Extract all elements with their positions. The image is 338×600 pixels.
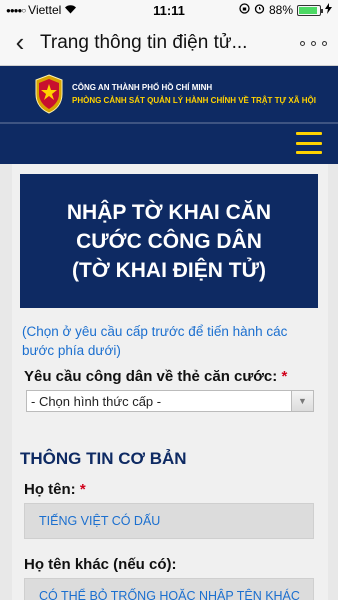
battery-fill xyxy=(299,6,317,14)
battery-icon xyxy=(297,4,323,16)
form-title-line-2: CƯỚC CÔNG DÂN xyxy=(76,229,262,253)
status-left: ●●●●○ Viettel xyxy=(6,3,116,17)
battery-percentage: 88% xyxy=(268,3,293,17)
full-name-label: Họ tên: * xyxy=(24,481,86,498)
request-type-label-text: Yêu cầu công dân về thẻ căn cước: xyxy=(24,368,278,385)
other-name-label: Họ tên khác (nếu có): xyxy=(24,556,177,573)
full-name-label-text: Họ tên: xyxy=(24,481,76,498)
police-emblem-logo xyxy=(35,74,63,114)
status-time: 11:11 xyxy=(153,2,185,18)
other-name-placeholder: CÓ THỂ BỎ TRỐNG HOẶC NHẬP TÊN KHÁC xyxy=(39,589,300,600)
required-mark: * xyxy=(79,481,86,498)
instruction-hint: (Chọn ở yêu cầu cấp trước để tiến hành c… xyxy=(22,324,288,358)
status-right: 88% xyxy=(222,3,332,17)
other-name-label-text: Họ tên khác (nếu có): xyxy=(24,556,177,573)
back-button[interactable]: ‹ xyxy=(0,20,40,66)
navigation-bar: ‹ Trang thông tin điện tử... ∘∘∘ xyxy=(0,20,338,66)
section-basic-info-title: THÔNG TIN CƠ BẢN xyxy=(20,449,187,468)
charging-icon xyxy=(325,3,332,17)
department-name: PHÒNG CẢNH SÁT QUẢN LÝ HÀNH CHÍNH VỀ TRẬ… xyxy=(72,96,316,105)
full-name-placeholder: TIẾNG VIỆT CÓ DẤU xyxy=(39,514,161,528)
chevron-down-icon[interactable]: ▼ xyxy=(291,391,313,411)
other-name-input[interactable]: CÓ THỂ BỎ TRỐNG HOẶC NHẬP TÊN KHÁC xyxy=(24,578,314,600)
full-name-input[interactable]: TIẾNG VIỆT CÓ DẤU xyxy=(24,503,314,539)
more-options-button[interactable]: ∘∘∘ xyxy=(290,33,338,53)
site-header: CÔNG AN THÀNH PHỐ HỒ CHÍ MINH PHÒNG CẢNH… xyxy=(0,66,338,122)
request-type-label: Yêu cầu công dân về thẻ căn cước: * xyxy=(24,368,287,385)
alarm-icon xyxy=(254,3,265,17)
required-mark: * xyxy=(281,368,288,385)
request-type-selected-value: - Chọn hình thức cấp - xyxy=(31,393,162,409)
form-title-box: NHẬP TỜ KHAI CĂN CƯỚC CÔNG DÂN (TỜ KHAI … xyxy=(20,174,318,308)
hamburger-menu-icon[interactable] xyxy=(296,132,322,154)
form-title-line-3: (TỜ KHAI ĐIỆN TỬ) xyxy=(72,258,266,282)
rotation-lock-icon xyxy=(239,3,250,17)
form-container: NHẬP TỜ KHAI CĂN CƯỚC CÔNG DÂN (TỜ KHAI … xyxy=(12,164,328,600)
signal-strength-icon: ●●●●○ xyxy=(6,5,26,15)
menu-bar xyxy=(0,122,338,164)
status-bar: ●●●●○ Viettel 11:11 88% xyxy=(0,0,338,20)
page-title: Trang thông tin điện tử... xyxy=(40,31,248,53)
request-type-select[interactable]: - Chọn hình thức cấp - ▼ xyxy=(26,390,314,412)
wifi-icon xyxy=(64,3,77,17)
carrier-name: Viettel xyxy=(28,3,62,17)
form-title-line-1: NHẬP TỜ KHAI CĂN xyxy=(66,200,272,224)
header-text: CÔNG AN THÀNH PHỐ HỒ CHÍ MINH PHÒNG CẢNH… xyxy=(72,83,316,105)
organization-name: CÔNG AN THÀNH PHỐ HỒ CHÍ MINH xyxy=(72,83,213,92)
